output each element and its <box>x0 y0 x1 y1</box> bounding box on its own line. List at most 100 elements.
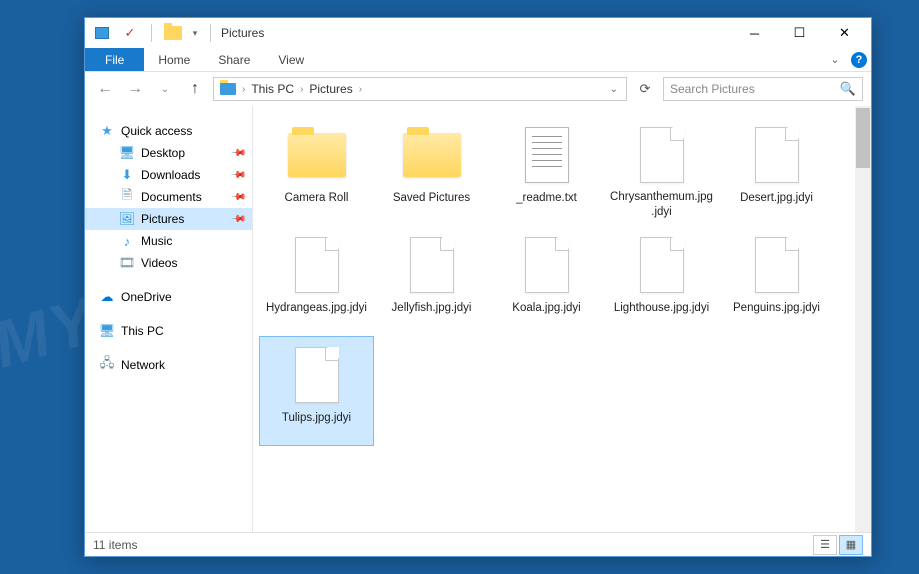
file-item[interactable]: Desert.jpg.jdyi <box>719 116 834 226</box>
sidebar-item-desktop[interactable]: 🖥 Desktop 📌 <box>85 142 252 164</box>
address-folder-icon <box>220 83 236 95</box>
sidebar-network[interactable]: 🖧 Network <box>85 354 252 376</box>
videos-icon: 🎞 <box>119 255 135 271</box>
up-button[interactable]: ↑ <box>183 77 207 101</box>
file-item-label: Desert.jpg.jdyi <box>740 191 813 205</box>
breadcrumb-thispc[interactable]: This PC <box>247 82 298 96</box>
help-button[interactable]: ? <box>847 48 871 71</box>
pin-icon: 📌 <box>229 211 246 228</box>
generic-file-icon <box>745 233 809 297</box>
file-item[interactable]: Saved Pictures <box>374 116 489 226</box>
qat-separator-2 <box>210 24 211 42</box>
quick-access-toolbar: ✓ ▾ <box>89 22 215 44</box>
sidebar-item-label: Quick access <box>121 124 192 138</box>
sidebar-item-pictures[interactable]: 🖼 Pictures 📌 <box>85 208 252 230</box>
sidebar-quick-access[interactable]: ★ Quick access <box>85 120 252 142</box>
items-grid: Camera Roll Saved Pictures _readme.txt Chry… <box>259 116 865 446</box>
file-item[interactable]: Camera Roll <box>259 116 374 226</box>
generic-file-icon <box>400 233 464 297</box>
folder-icon <box>285 123 349 187</box>
explorer-window: ✓ ▾ Pictures ─ ☐ ✕ File Home Share View … <box>84 17 872 557</box>
search-icon: 🔍 <box>840 81 856 97</box>
onedrive-icon: ☁ <box>99 289 115 305</box>
close-button[interactable]: ✕ <box>822 19 867 47</box>
search-input[interactable]: Search Pictures 🔍 <box>663 77 863 101</box>
file-item[interactable]: Chrysanthemum.jpg.jdyi <box>604 116 719 226</box>
home-tab[interactable]: Home <box>144 48 204 71</box>
file-item[interactable]: _readme.txt <box>489 116 604 226</box>
status-item-count: 11 items <box>93 538 137 552</box>
forward-button[interactable]: → <box>123 77 147 101</box>
qat-properties-button[interactable] <box>91 22 113 44</box>
file-tab[interactable]: File <box>85 48 144 71</box>
generic-file-icon <box>630 233 694 297</box>
ribbon-tabs: File Home Share View ⌄ ? <box>85 48 871 72</box>
generic-file-icon <box>515 233 579 297</box>
sidebar-item-label: Music <box>141 234 172 248</box>
file-item[interactable]: Hydrangeas.jpg.jdyi <box>259 226 374 336</box>
file-item[interactable]: Jellyfish.jpg.jdyi <box>374 226 489 336</box>
items-view[interactable]: Camera Roll Saved Pictures _readme.txt Chry… <box>253 106 871 532</box>
sidebar-thispc[interactable]: 🖥 This PC <box>85 320 252 342</box>
file-item[interactable]: Penguins.jpg.jdyi <box>719 226 834 336</box>
scrollbar-thumb[interactable] <box>856 108 870 168</box>
sidebar-item-label: Pictures <box>141 212 184 226</box>
share-tab[interactable]: Share <box>204 48 264 71</box>
qat-separator <box>151 24 152 42</box>
titlebar: ✓ ▾ Pictures ─ ☐ ✕ <box>85 18 871 48</box>
view-icons-button[interactable]: ▦ <box>839 535 863 555</box>
file-item[interactable]: Tulips.jpg.jdyi <box>259 336 374 446</box>
file-item[interactable]: Koala.jpg.jdyi <box>489 226 604 336</box>
pin-icon: 📌 <box>229 145 246 162</box>
generic-file-icon <box>285 233 349 297</box>
refresh-button[interactable]: ⟳ <box>633 77 657 101</box>
generic-file-icon <box>745 123 809 187</box>
sidebar-item-music[interactable]: ♪ Music <box>85 230 252 252</box>
sidebar-item-downloads[interactable]: ⬇ Downloads 📌 <box>85 164 252 186</box>
sidebar-onedrive[interactable]: ☁ OneDrive <box>85 286 252 308</box>
file-item-label: _readme.txt <box>516 191 577 205</box>
maximize-button[interactable]: ☐ <box>777 19 822 47</box>
sidebar-item-label: Downloads <box>141 168 200 182</box>
star-icon: ★ <box>99 123 115 139</box>
sidebar-item-documents[interactable]: 🗎 Documents 📌 <box>85 186 252 208</box>
file-item-label: Tulips.jpg.jdyi <box>282 411 351 425</box>
sidebar-item-label: Desktop <box>141 146 185 160</box>
address-dropdown[interactable]: ⌄ <box>604 84 624 95</box>
file-item-label: Hydrangeas.jpg.jdyi <box>266 301 367 315</box>
chevron-right-icon: › <box>357 84 364 95</box>
sidebar-item-label: OneDrive <box>121 290 172 304</box>
desktop-icon: 🖥 <box>119 145 135 161</box>
network-icon: 🖧 <box>99 357 115 373</box>
ribbon-expand-button[interactable]: ⌄ <box>823 48 847 71</box>
file-item-label: Jellyfish.jpg.jdyi <box>392 301 472 315</box>
navigation-pane: ★ Quick access 🖥 Desktop 📌 ⬇ Downloads 📌… <box>85 106 253 532</box>
window-title: Pictures <box>221 26 264 40</box>
sidebar-item-label: Network <box>121 358 165 372</box>
file-item-label: Saved Pictures <box>393 191 470 205</box>
qat-newfolder-button[interactable]: ✓ <box>119 22 141 44</box>
pin-icon: 📌 <box>229 189 246 206</box>
sidebar-item-videos[interactable]: 🎞 Videos <box>85 252 252 274</box>
generic-file-icon <box>285 343 349 407</box>
pin-icon: 📌 <box>229 167 246 184</box>
thispc-icon: 🖥 <box>99 323 115 339</box>
status-bar: 11 items ☰ ▦ <box>85 532 871 556</box>
file-item[interactable]: Lighthouse.jpg.jdyi <box>604 226 719 336</box>
pictures-icon: 🖼 <box>119 211 135 227</box>
minimize-button[interactable]: ─ <box>732 19 777 47</box>
text-file-icon <box>515 123 579 187</box>
view-details-button[interactable]: ☰ <box>813 535 837 555</box>
sidebar-item-label: Videos <box>141 256 177 270</box>
window-controls: ─ ☐ ✕ <box>732 19 867 47</box>
recent-locations-button[interactable]: ⌄ <box>153 77 177 101</box>
breadcrumb-pictures[interactable]: Pictures <box>305 82 356 96</box>
music-icon: ♪ <box>119 233 135 249</box>
file-item-label: Chrysanthemum.jpg.jdyi <box>609 190 714 219</box>
back-button[interactable]: ← <box>93 77 117 101</box>
vertical-scrollbar[interactable] <box>855 106 871 532</box>
view-tab[interactable]: View <box>264 48 318 71</box>
qat-dropdown[interactable]: ▾ <box>190 22 200 44</box>
chevron-right-icon: › <box>240 84 247 95</box>
address-bar[interactable]: › This PC › Pictures › ⌄ <box>213 77 627 101</box>
